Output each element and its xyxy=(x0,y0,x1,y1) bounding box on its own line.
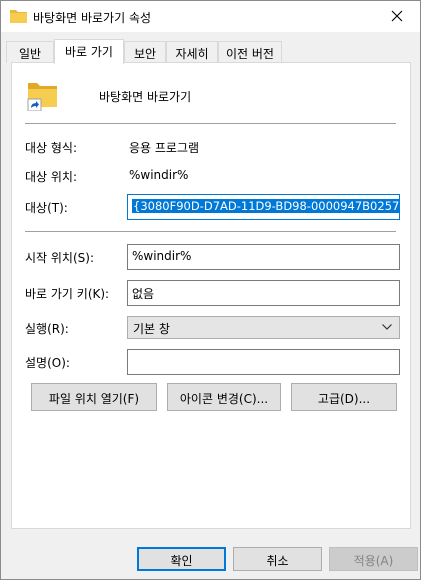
comment-label: 설명(O): xyxy=(25,356,70,370)
target-label: 대상(T): xyxy=(25,201,68,215)
apply-button[interactable]: 적용(A) xyxy=(329,547,418,571)
tab-details[interactable]: 자세히 xyxy=(166,41,218,63)
divider xyxy=(25,123,396,124)
folder-shortcut-icon xyxy=(26,79,60,112)
chevron-down-icon xyxy=(382,324,392,330)
comment-input[interactable] xyxy=(127,349,400,375)
change-icon-button[interactable]: 아이콘 변경(C)... xyxy=(167,383,281,411)
shortcut-tab-panel: 바탕화면 바로가기 대상 형식: 응용 프로그램 대상 위치: %windir%… xyxy=(11,62,411,529)
target-type-label: 대상 형식: xyxy=(25,141,78,155)
divider xyxy=(25,231,396,232)
ok-button[interactable]: 확인 xyxy=(137,547,226,571)
shortcut-name: 바탕화면 바로가기 xyxy=(99,90,192,104)
window-title: 바탕화면 바로가기 속성 xyxy=(33,11,152,25)
tab-previous-versions[interactable]: 이전 버전 xyxy=(218,41,282,63)
target-location-label: 대상 위치: xyxy=(25,170,78,184)
open-file-location-button[interactable]: 파일 위치 열기(F) xyxy=(31,383,157,411)
properties-dialog: 바탕화면 바로가기 속성 일반 바로 가기 보안 자세히 이전 버전 바탕화면 … xyxy=(0,0,421,580)
hotkey-label: 바로 가기 키(K): xyxy=(25,287,110,301)
folder-icon xyxy=(10,9,27,23)
start-in-label: 시작 위치(S): xyxy=(25,251,94,265)
run-select[interactable]: 기본 창 xyxy=(127,316,400,339)
run-select-value: 기본 창 xyxy=(133,322,170,336)
target-value: {3080F90D-D7AD-11D9-BD98-0000947B0257} xyxy=(132,199,399,213)
advanced-button[interactable]: 고급(D)... xyxy=(291,383,397,411)
close-button[interactable] xyxy=(374,1,420,32)
title-bar: 바탕화면 바로가기 속성 xyxy=(1,1,420,32)
close-icon xyxy=(391,10,403,22)
target-location-value: %windir% xyxy=(129,168,189,182)
tab-shortcut[interactable]: 바로 가기 xyxy=(54,39,124,64)
tab-security[interactable]: 보안 xyxy=(124,41,166,63)
target-input[interactable]: {3080F90D-D7AD-11D9-BD98-0000947B0257} xyxy=(127,194,400,220)
target-type-value: 응용 프로그램 xyxy=(129,141,200,155)
start-in-input[interactable]: %windir% xyxy=(127,244,400,270)
run-label: 실행(R): xyxy=(25,322,69,336)
cancel-button[interactable]: 취소 xyxy=(233,547,322,571)
tab-strip: 일반 바로 가기 보안 자세히 이전 버전 xyxy=(1,32,420,64)
hotkey-input[interactable]: 없음 xyxy=(127,280,400,306)
tab-general[interactable]: 일반 xyxy=(6,41,54,63)
